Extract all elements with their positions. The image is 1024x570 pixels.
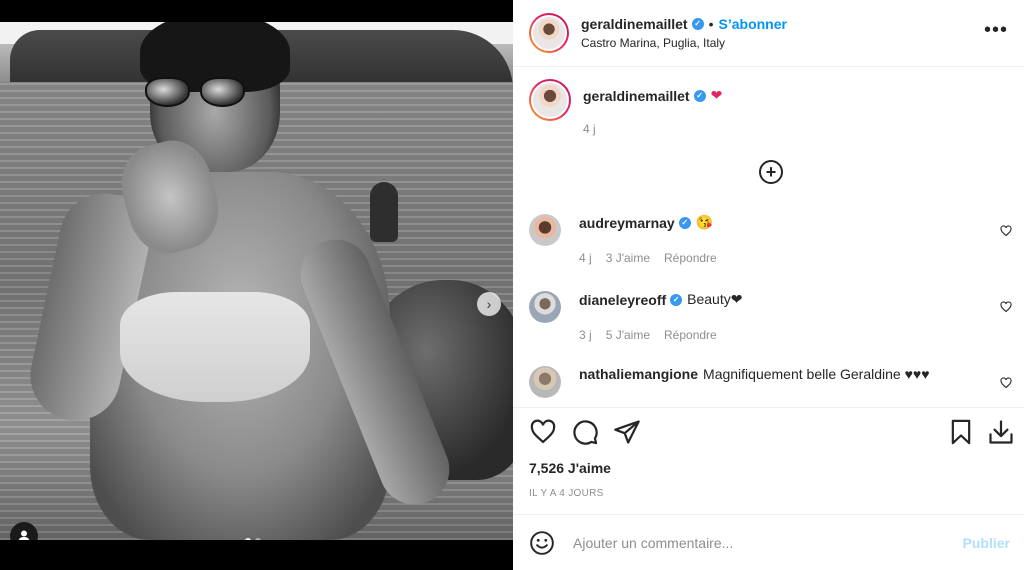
photo-pane: › <box>0 0 513 570</box>
comment-likes[interactable]: 5 J'aime <box>606 328 650 342</box>
comment-time[interactable]: 3 j <box>579 328 592 342</box>
follow-button[interactable]: S’abonner <box>719 16 787 32</box>
comment-item: nathaliemangione Magnifiquement belle Ge… <box>529 366 930 398</box>
verified-badge-icon: ✓ <box>691 18 704 30</box>
caption-time[interactable]: 4 j <box>583 122 596 136</box>
verified-badge-icon: ✓ <box>670 293 683 306</box>
caption-username[interactable]: geraldinemaillet <box>583 88 690 104</box>
comment-avatar[interactable] <box>529 366 561 398</box>
action-row <box>529 418 1014 446</box>
comment-like-heart-icon[interactable] <box>1000 225 1012 237</box>
comment-like-heart-icon[interactable] <box>1000 301 1012 313</box>
more-options-icon[interactable]: ••• <box>984 20 1008 40</box>
verified-badge-icon: ✓ <box>678 216 691 229</box>
post-photo[interactable]: › <box>0 22 513 540</box>
comment-text: Beauty❤ <box>687 291 743 307</box>
header-text: geraldinemaillet ✓ • S’abonner Castro Ma… <box>581 16 787 50</box>
comment-text: 😘 <box>695 214 714 230</box>
comment-input[interactable] <box>573 534 943 551</box>
post-timestamp[interactable]: IL Y A 4 JOURS <box>529 488 604 499</box>
comment-item: audreymarnay ✓ 😘 4 j 3 J'aime Répondre <box>529 214 717 265</box>
photo-person <box>22 22 510 540</box>
caption-item: geraldinemaillet ✓ ❤ 4 j <box>529 79 722 136</box>
comment-reply-button[interactable]: Répondre <box>664 328 717 342</box>
download-icon[interactable] <box>987 418 1015 446</box>
comment-item: dianeleyreoff ✓ Beauty❤ 3 j 5 J'aime Rép… <box>529 291 742 342</box>
comment-avatar[interactable] <box>529 214 561 246</box>
likes-count[interactable]: 7,526 J'aime <box>529 460 611 476</box>
post-location[interactable]: Castro Marina, Puglia, Italy <box>581 36 787 50</box>
like-heart-icon[interactable] <box>529 418 557 446</box>
bookmark-icon[interactable] <box>947 418 975 446</box>
comment-time[interactable]: 4 j <box>579 251 592 265</box>
carousel-dots <box>245 538 261 540</box>
author-avatar[interactable] <box>529 13 569 53</box>
share-send-icon[interactable] <box>613 418 641 446</box>
post-actions: 7,526 J'aime IL Y A 4 JOURS <box>513 407 1024 507</box>
comments-list: geraldinemaillet ✓ ❤ 4 j + audreymarnay … <box>513 67 1024 407</box>
post-panel: geraldinemaillet ✓ • S’abonner Castro Ma… <box>513 0 1024 570</box>
person-sunglasses <box>145 77 245 109</box>
comment-like-heart-icon[interactable] <box>1000 377 1012 389</box>
carousel-next-button[interactable]: › <box>477 292 501 316</box>
carousel-dot <box>255 538 261 540</box>
publish-button[interactable]: Publier <box>963 535 1010 551</box>
emoji-smiley-icon[interactable] <box>529 530 555 556</box>
user-icon <box>18 530 30 540</box>
separator-dot: • <box>708 16 714 32</box>
background-swimmer <box>370 182 398 242</box>
add-comment-bar: Publier <box>513 514 1024 570</box>
caption-text: ❤ <box>710 87 723 103</box>
comment-likes[interactable]: 3 J'aime <box>606 251 650 265</box>
load-more-comments-button[interactable]: + <box>759 160 783 184</box>
person-swimwear <box>120 292 310 402</box>
comment-bubble-icon[interactable] <box>571 418 599 446</box>
post-header: geraldinemaillet ✓ • S’abonner Castro Ma… <box>513 0 1024 67</box>
carousel-dot-active <box>245 538 251 540</box>
comment-username[interactable]: dianeleyreoff <box>579 292 666 308</box>
comment-reply-button[interactable]: Répondre <box>664 251 717 265</box>
comment-avatar[interactable] <box>529 291 561 323</box>
caption-avatar[interactable] <box>529 79 571 121</box>
comment-username[interactable]: audreymarnay <box>579 215 675 231</box>
verified-badge-icon: ✓ <box>693 89 706 102</box>
comment-username[interactable]: nathaliemangione <box>579 366 698 382</box>
author-username[interactable]: geraldinemaillet <box>581 16 688 32</box>
comment-text: Magnifiquement belle Geraldine ♥♥♥ <box>703 366 930 382</box>
